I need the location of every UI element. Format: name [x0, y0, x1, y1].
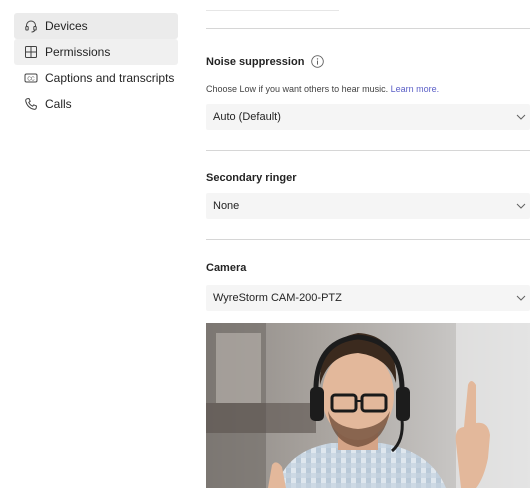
divider	[206, 10, 339, 11]
dropdown-value: WyreStorm CAM-200-PTZ	[213, 292, 342, 304]
learn-more-link[interactable]: Learn more.	[391, 84, 440, 94]
sidebar-item-label: Devices	[45, 19, 88, 33]
divider	[206, 150, 530, 151]
sidebar-item-label: Captions and transcripts	[45, 71, 175, 85]
dropdown-value: None	[213, 200, 240, 212]
noise-suppression-dropdown[interactable]: Auto (Default)	[206, 104, 530, 130]
sidebar-item-label: Calls	[45, 97, 72, 111]
divider	[206, 239, 530, 240]
sidebar-item-label: Permissions	[45, 45, 111, 59]
sidebar-item-permissions[interactable]: Permissions	[14, 39, 178, 65]
secondary-ringer-title: Secondary ringer	[206, 172, 297, 184]
noise-suppression-title: Noise suppression	[206, 55, 305, 68]
device-settings-panel: Noise suppression Choose Low if you want…	[206, 0, 530, 488]
captions-icon: CC	[24, 71, 38, 85]
noise-suppression-heading: Noise suppression	[206, 55, 325, 68]
dropdown-value: Auto (Default)	[213, 111, 281, 123]
hint-text: Choose Low if you want others to hear mu…	[206, 84, 389, 94]
divider	[206, 28, 530, 29]
secondary-ringer-heading: Secondary ringer	[206, 172, 296, 184]
camera-heading: Camera	[206, 262, 246, 274]
camera-dropdown[interactable]: WyreStorm CAM-200-PTZ	[206, 285, 530, 311]
chevron-down-icon	[516, 295, 526, 301]
camera-title: Camera	[206, 262, 247, 274]
sidebar-item-captions[interactable]: CC Captions and transcripts	[14, 65, 178, 91]
camera-preview-image	[206, 323, 530, 488]
sidebar-item-calls[interactable]: Calls	[14, 91, 178, 117]
settings-sidebar: Devices Permissions CC Captions and tran…	[14, 13, 178, 117]
noise-suppression-hint: Choose Low if you want others to hear mu…	[206, 84, 439, 94]
permissions-icon	[24, 45, 38, 59]
camera-preview	[206, 323, 530, 488]
sidebar-item-devices[interactable]: Devices	[14, 13, 178, 39]
chevron-down-icon	[516, 203, 526, 209]
secondary-ringer-dropdown[interactable]: None	[206, 193, 530, 219]
svg-text:CC: CC	[27, 76, 35, 82]
info-icon[interactable]	[311, 55, 325, 68]
headset-icon	[24, 19, 38, 33]
chevron-down-icon	[516, 114, 526, 120]
phone-icon	[24, 97, 38, 111]
